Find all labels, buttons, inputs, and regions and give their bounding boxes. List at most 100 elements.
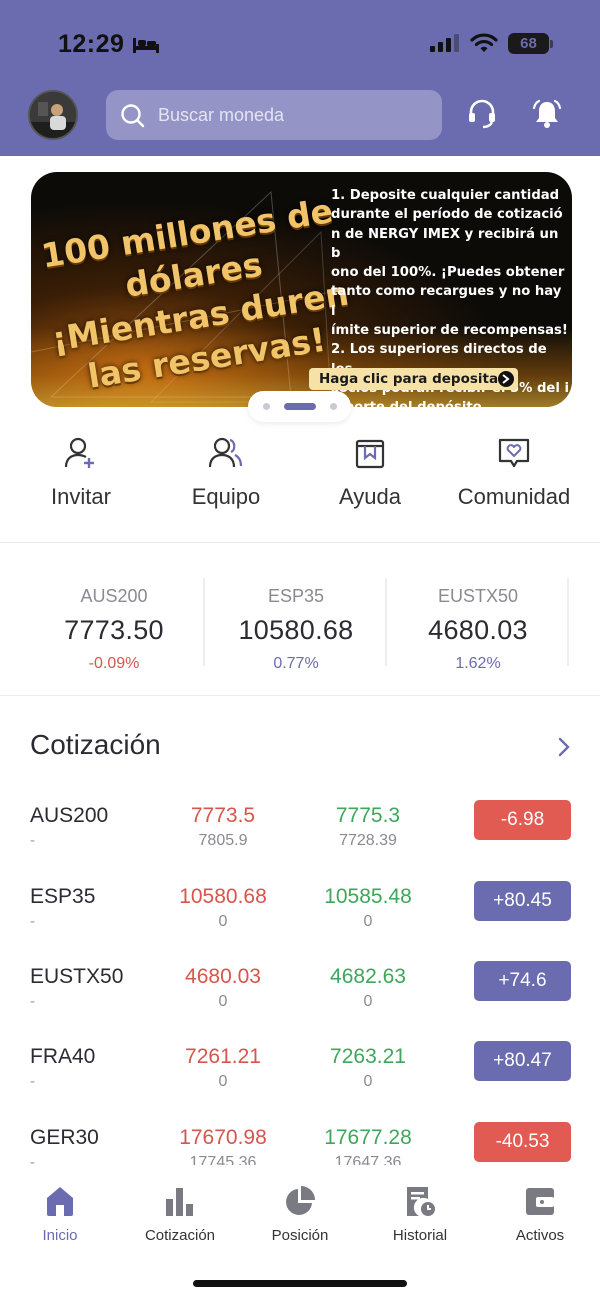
- carousel-dot-active[interactable]: [284, 403, 316, 410]
- quote-ask: 17677.28: [324, 1126, 412, 1149]
- quote-bid-secondary: 7805.9: [198, 832, 248, 849]
- quote-ask: 7775.3: [335, 804, 401, 827]
- quote-bid: 4680.03: [185, 965, 261, 988]
- quote-ask: 10585.48: [324, 885, 412, 908]
- ticker-symbol: EUSTX50: [437, 586, 519, 606]
- quick-action-community[interactable]: Comunidad: [444, 436, 584, 510]
- wallet-icon: [526, 1188, 554, 1215]
- quote-ask-secondary: 7728.39: [339, 832, 397, 849]
- quote-symbol: ESP35: [30, 885, 96, 908]
- quick-action-label: Ayuda: [339, 484, 401, 509]
- section-divider: [0, 542, 600, 543]
- status-bar: 12:29 68: [0, 0, 600, 88]
- avatar[interactable]: [28, 90, 78, 140]
- ticker-value: 10580.68: [238, 615, 354, 645]
- quote-row[interactable]: EUSTX50 - 4680.03 0 4682.63 0 +74.6: [0, 961, 600, 1041]
- tab-label: Posición: [271, 1227, 329, 1244]
- carousel-indicator: [248, 391, 351, 422]
- wifi-icon: [470, 33, 498, 52]
- cellular-signal-icon: [430, 34, 459, 52]
- ticker-value: 7773.50: [64, 615, 164, 645]
- quote-ask-secondary: 0: [363, 913, 373, 930]
- quick-action-label: Equipo: [191, 484, 261, 509]
- quote-bid-secondary: 0: [218, 993, 228, 1010]
- quote-symbol: AUS200: [30, 804, 109, 827]
- quotes-section-title: Cotización: [30, 729, 161, 760]
- section-divider: [0, 695, 600, 696]
- quick-action-help[interactable]: Ayuda: [300, 436, 440, 510]
- chevron-right-icon[interactable]: [556, 736, 572, 758]
- app-header: 12:29 68: [0, 0, 600, 156]
- tab-assets[interactable]: Activos: [480, 1185, 600, 1244]
- tab-label: Cotización: [144, 1227, 216, 1244]
- quick-action-label: Comunidad: [457, 484, 571, 509]
- quote-row[interactable]: ESP35 - 10580.68 0 10585.48 0 +80.45: [0, 881, 600, 961]
- tab-label: Inicio: [42, 1227, 78, 1244]
- ticker-value: 4680.03: [428, 615, 528, 645]
- quote-bid: 7261.21: [185, 1045, 261, 1068]
- customer-support-headset-icon[interactable]: [466, 98, 498, 130]
- tab-home[interactable]: Inicio: [0, 1185, 120, 1244]
- deposit-cta-button[interactable]: Haga clic para depositar: [309, 368, 518, 390]
- quote-change-badge: -6.98: [474, 800, 571, 840]
- ticker-separator: [203, 578, 205, 666]
- ticker-separator: [567, 578, 569, 666]
- quick-action-team[interactable]: Equipo: [156, 436, 296, 510]
- quote-subtitle: -: [30, 1073, 35, 1090]
- pie-chart-icon: [286, 1186, 315, 1215]
- tab-quotes[interactable]: Cotización: [120, 1185, 240, 1244]
- tab-position[interactable]: Posición: [240, 1185, 360, 1244]
- user-plus-icon: [64, 437, 94, 468]
- promo-banner[interactable]: 100 millones de dólares ¡Mientras duren …: [31, 172, 572, 407]
- tab-label: Historial: [392, 1227, 448, 1244]
- quote-subtitle: -: [30, 913, 35, 930]
- ticker-change: -0.09%: [88, 655, 140, 672]
- quote-subtitle: -: [30, 993, 35, 1010]
- quote-symbol: GER30: [30, 1126, 99, 1149]
- quote-change-badge: +80.47: [474, 1041, 571, 1081]
- status-time: 12:29: [58, 30, 125, 58]
- ticker-card[interactable]: AUS200 7773.50 -0.09%: [31, 578, 197, 672]
- notification-bell-icon[interactable]: [531, 98, 563, 130]
- tab-history[interactable]: Historial: [360, 1185, 480, 1244]
- history-doc-icon: [407, 1187, 435, 1216]
- ticker-change: 0.77%: [273, 655, 319, 672]
- help-book-icon: [355, 439, 385, 469]
- carousel-dot[interactable]: [330, 403, 337, 410]
- quote-symbol: FRA40: [30, 1045, 96, 1068]
- quote-ask-secondary: 0: [363, 993, 373, 1010]
- carousel-dot[interactable]: [263, 403, 270, 410]
- quote-bid-secondary: 0: [218, 913, 228, 930]
- home-icon: [47, 1187, 73, 1216]
- ticker-symbol: ESP35: [267, 586, 325, 606]
- battery-level: 68: [508, 33, 549, 54]
- quote-ask: 4682.63: [330, 965, 406, 988]
- battery-tip: [550, 40, 553, 48]
- community-chat-icon: [498, 438, 530, 468]
- home-indicator: [193, 1280, 407, 1287]
- quote-bid: 7773.5: [190, 804, 256, 827]
- ticker-change: 1.62%: [455, 655, 501, 672]
- quote-bid: 17670.98: [179, 1126, 267, 1149]
- ticker-symbol: AUS200: [80, 586, 148, 606]
- quote-row[interactable]: FRA40 - 7261.21 0 7263.21 0 +80.47: [0, 1041, 600, 1121]
- ticker-separator: [385, 578, 387, 666]
- quote-change-badge: +74.6: [474, 961, 571, 1001]
- search-bar[interactable]: [106, 90, 442, 140]
- quick-action-invite[interactable]: Invitar: [11, 436, 151, 510]
- quote-symbol: EUSTX50: [30, 965, 124, 988]
- team-icon: [209, 437, 243, 468]
- search-input[interactable]: [158, 90, 428, 140]
- sleep-bed-icon: [133, 38, 159, 53]
- quote-ask-secondary: 0: [363, 1073, 373, 1090]
- quote-subtitle: -: [30, 832, 35, 849]
- quote-bid: 10580.68: [179, 885, 267, 908]
- search-icon: [121, 104, 145, 128]
- quote-row[interactable]: AUS200 - 7773.5 7805.9 7775.3 7728.39 -6…: [0, 800, 600, 880]
- quote-bid-secondary: 0: [218, 1073, 228, 1090]
- bar-chart-icon: [166, 1188, 193, 1216]
- ticker-card[interactable]: EUSTX50 4680.03 1.62%: [395, 578, 561, 672]
- arrow-right-icon: [498, 371, 514, 387]
- quick-action-label: Invitar: [51, 484, 111, 509]
- ticker-card[interactable]: ESP35 10580.68 0.77%: [213, 578, 379, 672]
